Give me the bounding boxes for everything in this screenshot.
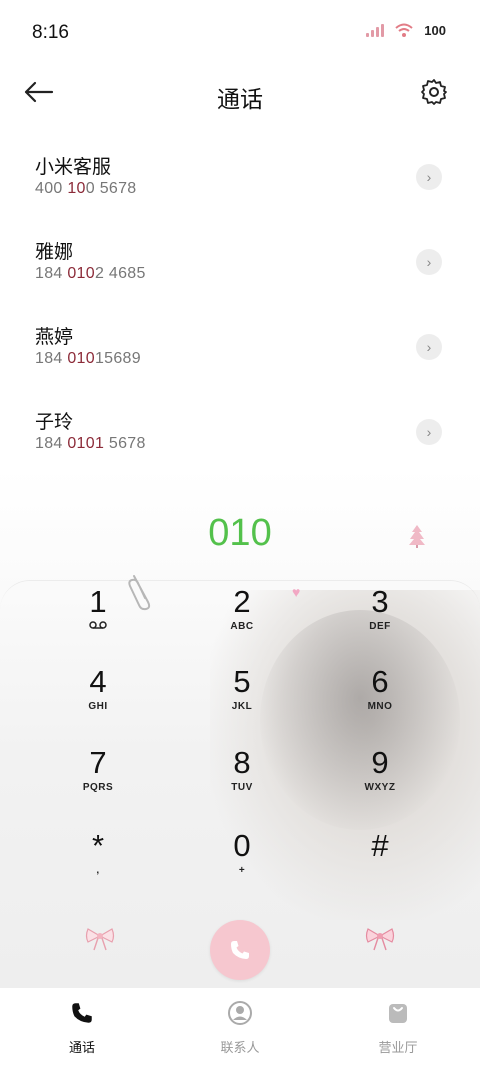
key-7[interactable]: 7 PQRS bbox=[38, 746, 158, 816]
tab-calls[interactable]: 通话 bbox=[32, 1000, 132, 1056]
tab-label: 营业厅 bbox=[378, 1040, 418, 1055]
gear-icon bbox=[421, 79, 447, 105]
phone-icon bbox=[72, 1003, 92, 1023]
contact-name: 子玲 bbox=[35, 412, 74, 433]
key-0[interactable]: 0 + bbox=[182, 829, 302, 899]
wifi-icon bbox=[395, 23, 413, 37]
chevron-right-icon[interactable]: › bbox=[416, 249, 442, 275]
settings-button[interactable] bbox=[420, 78, 450, 108]
chevron-right-icon[interactable]: › bbox=[416, 419, 442, 445]
bottom-nav: 通话 联系人 营业厅 bbox=[0, 988, 480, 1067]
contact-list: 小米客服 400 100 5678 › 雅娜 184 0102 4685 › 燕… bbox=[0, 140, 480, 480]
chevron-right-icon[interactable]: › bbox=[416, 164, 442, 190]
tab-store[interactable]: 营业厅 bbox=[348, 1000, 448, 1056]
contact-name: 小米客服 bbox=[35, 157, 112, 178]
contact-number: 400 100 5678 bbox=[35, 180, 137, 197]
key-3[interactable]: 3 DEF bbox=[320, 585, 440, 655]
key-9[interactable]: 9 WXYZ bbox=[320, 746, 440, 816]
paperclip-icon bbox=[128, 575, 151, 611]
chevron-right-icon[interactable]: › bbox=[416, 334, 442, 360]
page-title: 通话 bbox=[217, 86, 263, 112]
status-icons: 100 bbox=[366, 22, 446, 38]
key-5[interactable]: 5 JKL bbox=[182, 665, 302, 735]
key-star[interactable]: * , bbox=[38, 829, 158, 899]
phone-icon bbox=[231, 941, 249, 959]
call-button[interactable] bbox=[210, 920, 270, 980]
contacts-icon bbox=[228, 1001, 252, 1025]
tab-contacts[interactable]: 联系人 bbox=[190, 1000, 290, 1056]
header: 通话 bbox=[0, 70, 480, 120]
heart-icon: ♥ bbox=[292, 584, 301, 600]
list-item[interactable]: 燕婷 184 01015689 › bbox=[0, 310, 480, 395]
status-bar: 8:16 100 bbox=[0, 0, 480, 64]
contact-number: 184 0101 5678 bbox=[35, 435, 146, 452]
status-time: 8:16 bbox=[32, 22, 69, 43]
signal-icon bbox=[366, 23, 385, 37]
key-2[interactable]: 2 ABC bbox=[182, 585, 302, 655]
contact-number: 184 01015689 bbox=[35, 350, 141, 367]
contact-number: 184 0102 4685 bbox=[35, 265, 146, 282]
tab-label: 通话 bbox=[68, 1040, 95, 1055]
voicemail-icon bbox=[38, 621, 158, 632]
bow-icon-left[interactable] bbox=[84, 924, 116, 952]
contact-name: 燕婷 bbox=[35, 327, 74, 348]
shopping-bag-icon bbox=[389, 1004, 407, 1023]
tab-label: 联系人 bbox=[220, 1040, 260, 1055]
key-8[interactable]: 8 TUV bbox=[182, 746, 302, 816]
key-hash[interactable]: # bbox=[320, 829, 440, 899]
list-item[interactable]: 雅娜 184 0102 4685 › bbox=[0, 225, 480, 310]
battery-level: 100 bbox=[424, 22, 446, 38]
key-4[interactable]: 4 GHI bbox=[38, 665, 158, 735]
list-item[interactable]: 小米客服 400 100 5678 › bbox=[0, 140, 480, 225]
key-6[interactable]: 6 MNO bbox=[320, 665, 440, 735]
contact-name: 雅娜 bbox=[35, 242, 74, 263]
tree-icon[interactable] bbox=[408, 524, 426, 548]
bow-icon-right[interactable] bbox=[364, 924, 396, 952]
